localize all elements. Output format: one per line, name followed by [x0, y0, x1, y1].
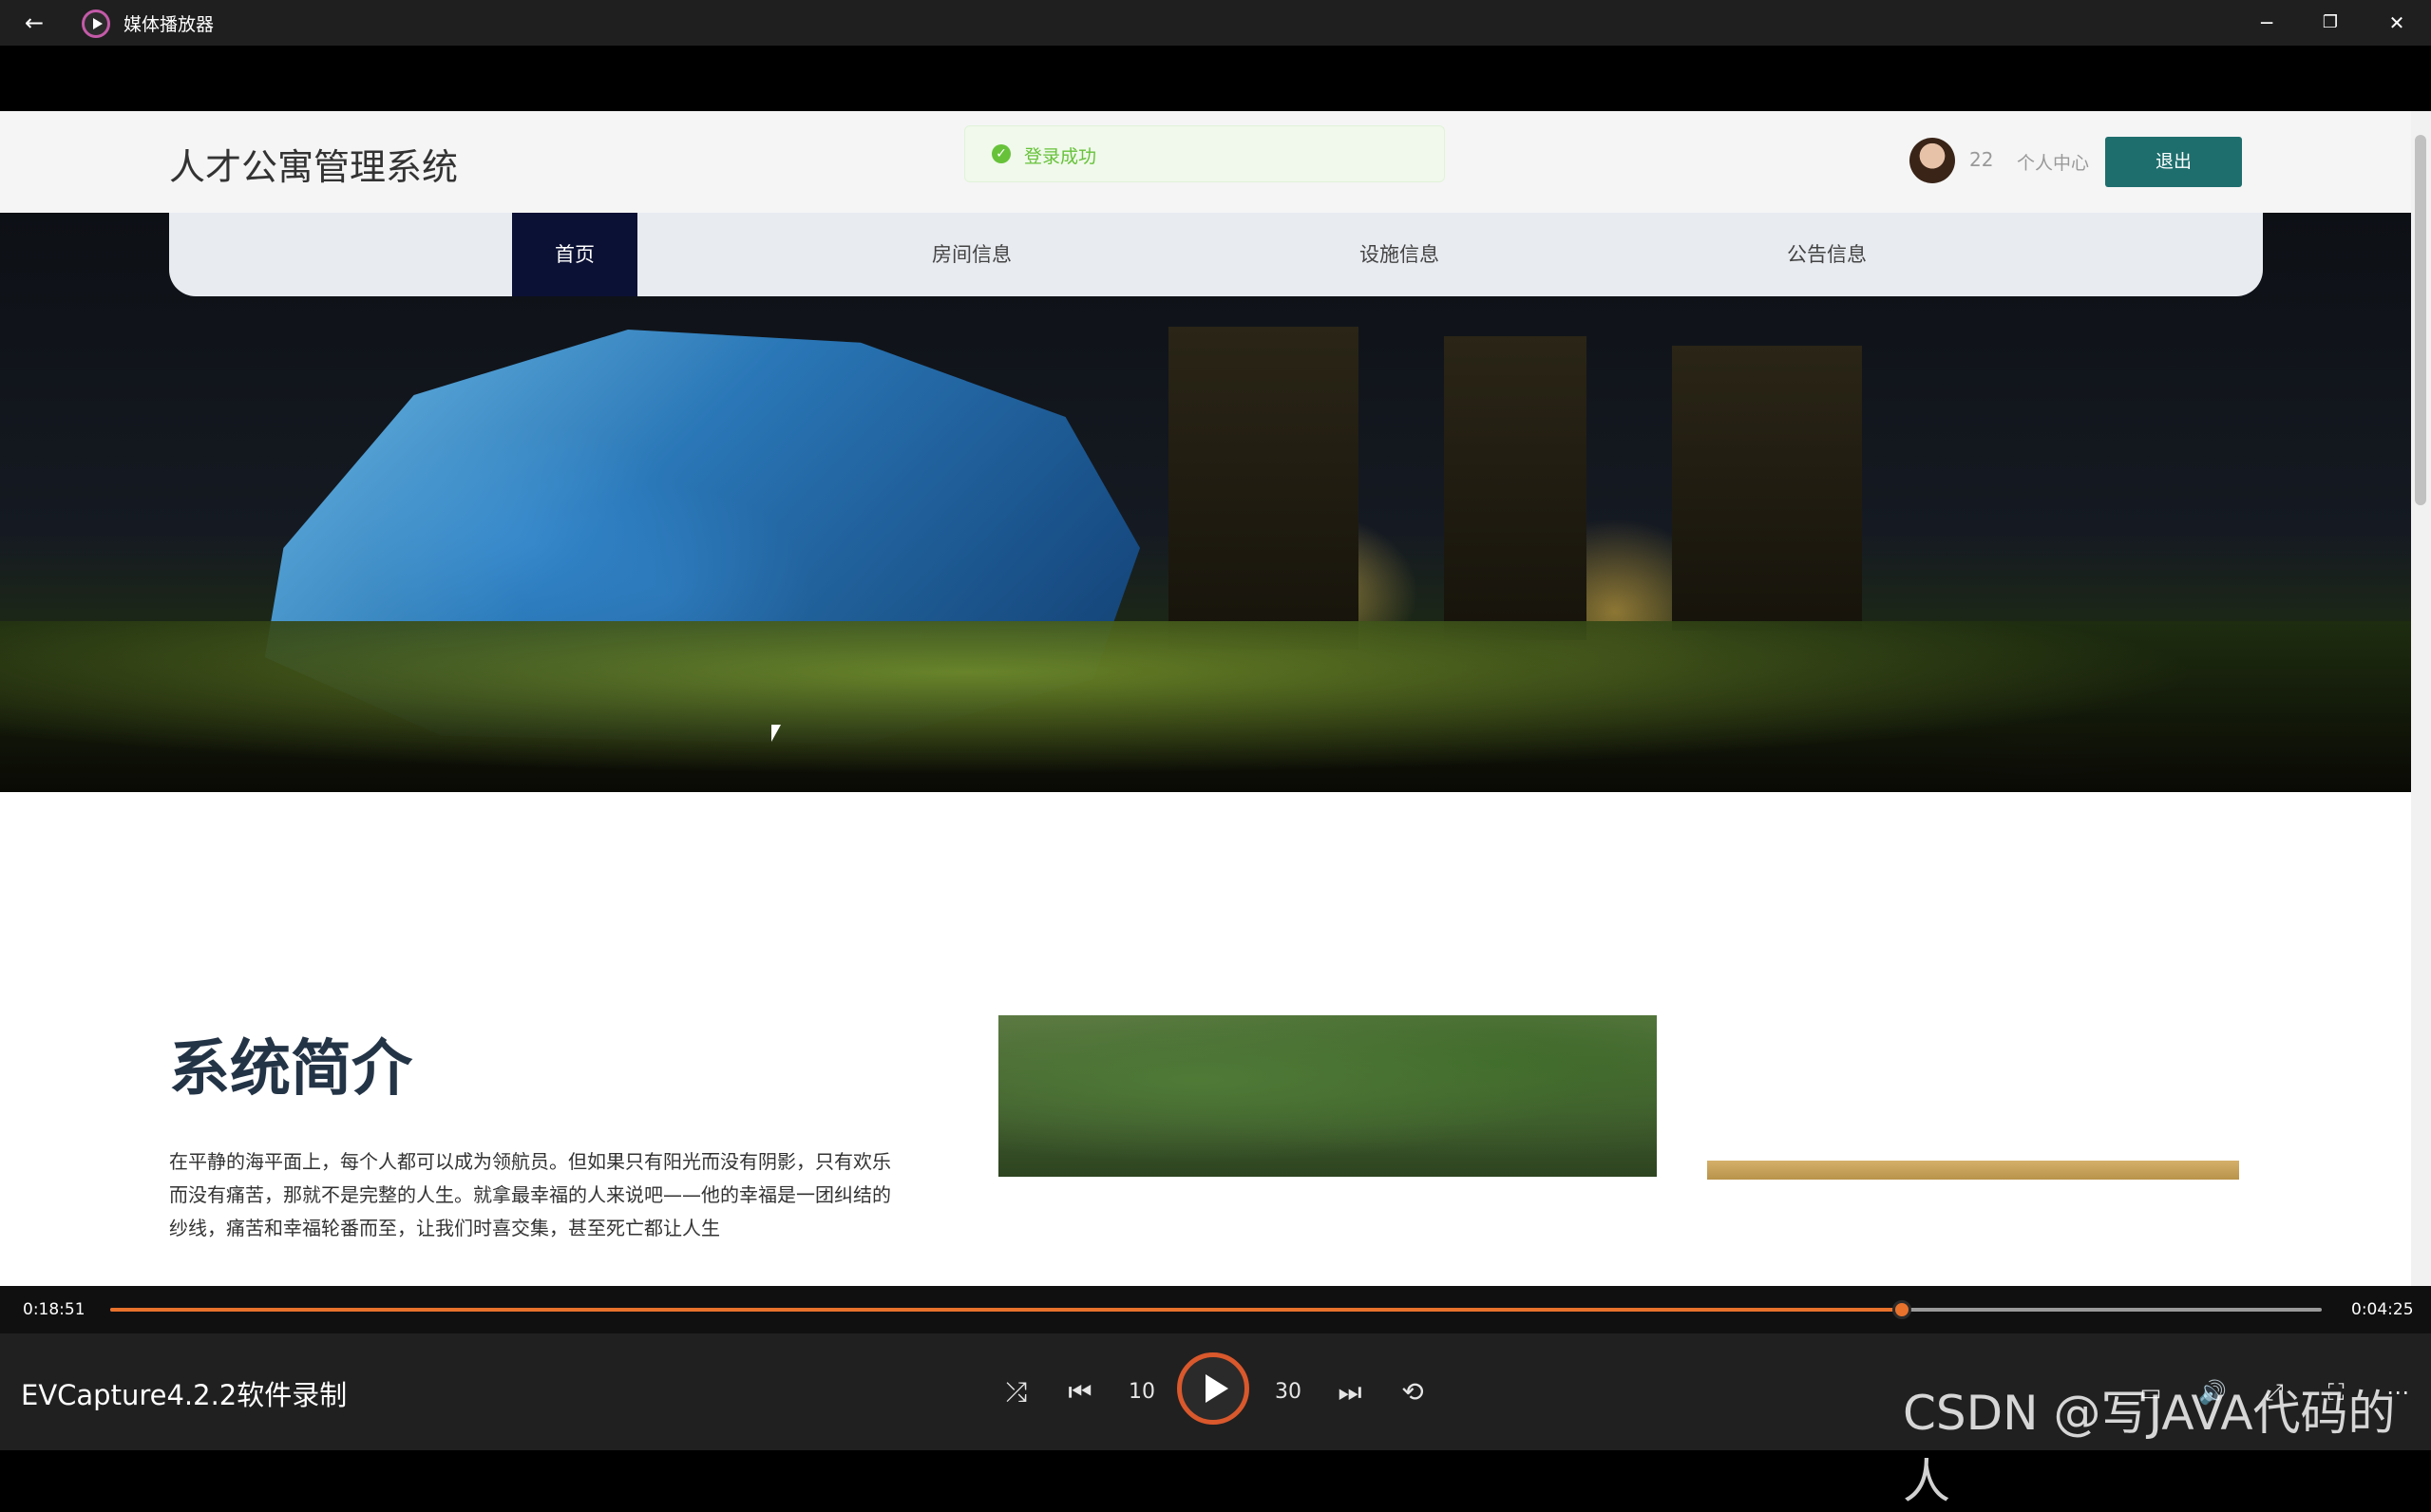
- repeat-icon[interactable]: ⟲: [1390, 1370, 1435, 1415]
- close-button[interactable]: ✕: [2365, 0, 2428, 46]
- hero-tower: [1168, 327, 1358, 650]
- logout-button[interactable]: 退出: [2105, 137, 2242, 187]
- seek-thumb[interactable]: [1891, 1300, 1911, 1319]
- hero-trees: [0, 621, 2411, 792]
- intro-text: 在平静的海平面上，每个人都可以成为领航员。但如果只有阳光而没有阴影，只有欢乐而没…: [169, 1150, 891, 1239]
- seek-bar: 0:18:51 0:04:25: [0, 1286, 2431, 1333]
- username: 22: [1969, 148, 1994, 171]
- media-player-app-icon: [82, 9, 110, 38]
- forward-30-icon[interactable]: 30: [1265, 1370, 1311, 1415]
- intro-photo: [998, 1015, 1657, 1177]
- seek-progress: [110, 1308, 1902, 1312]
- site-header: 人才公寓管理系统 ✓ 登录成功 22 个人中心 退出: [0, 111, 2411, 213]
- intro-photo-secondary: [1707, 1161, 2239, 1180]
- rewind-10-icon[interactable]: 10: [1119, 1370, 1165, 1415]
- minimize-button[interactable]: ─: [2235, 0, 2298, 46]
- remaining-time: 0:04:25: [2351, 1300, 2414, 1319]
- mouse-cursor: [771, 725, 781, 742]
- hero-tower: [1444, 336, 1586, 640]
- site-title: 人才公寓管理系统: [169, 146, 459, 188]
- recording-label: EVCapture4.2.2软件录制: [21, 1379, 348, 1411]
- nav-home[interactable]: 首页: [512, 213, 637, 296]
- toast-message: 登录成功: [1024, 146, 1097, 167]
- nav-notice-info[interactable]: 公告信息: [1746, 213, 1908, 296]
- main-nav: 首页 房间信息 设施信息 公告信息: [169, 213, 2263, 296]
- intro-title: 系统简介: [169, 1034, 412, 1105]
- play-button[interactable]: [1177, 1352, 1249, 1425]
- page-scrollbar[interactable]: [2411, 111, 2431, 1286]
- player-controls: EVCapture4.2.2软件录制 ⤮ ⏮ 10 30 ⏭ ⟲ ▭ 🔊 ⤢ ⛶…: [0, 1333, 2431, 1509]
- hero-tower: [1672, 346, 1862, 631]
- back-arrow-icon[interactable]: ←: [19, 8, 49, 38]
- shuffle-icon[interactable]: ⤮: [994, 1370, 1039, 1415]
- window-title: 媒体播放器: [123, 14, 215, 35]
- hero-banner-image: [0, 213, 2411, 792]
- forward-30-label: 30: [1275, 1380, 1301, 1404]
- video-letterbox: [0, 46, 2431, 111]
- elapsed-time: 0:18:51: [23, 1300, 85, 1319]
- nav-facility-info[interactable]: 设施信息: [1319, 213, 1480, 296]
- avatar[interactable]: [1909, 138, 1955, 183]
- video-frame: 人才公寓管理系统 ✓ 登录成功 22 个人中心 退出 首页 房间信息 设施信息 …: [0, 111, 2411, 1286]
- previous-icon[interactable]: ⏮: [1057, 1370, 1103, 1415]
- nav-room-info[interactable]: 房间信息: [891, 213, 1053, 296]
- restore-button[interactable]: ❐: [2299, 0, 2362, 46]
- check-circle-icon: ✓: [992, 144, 1011, 163]
- success-toast: ✓ 登录成功: [964, 125, 1445, 182]
- window-titlebar: ← 媒体播放器 ─ ❐ ✕: [0, 0, 2431, 46]
- next-icon[interactable]: ⏭: [1327, 1370, 1373, 1415]
- profile-link[interactable]: 个人中心: [2017, 149, 2089, 175]
- csdn-watermark: CSDN @写JAVA代码的人: [1903, 1386, 2396, 1509]
- rewind-10-label: 10: [1129, 1380, 1155, 1404]
- seek-track[interactable]: [110, 1300, 2322, 1319]
- scrollbar-thumb[interactable]: [2415, 135, 2426, 505]
